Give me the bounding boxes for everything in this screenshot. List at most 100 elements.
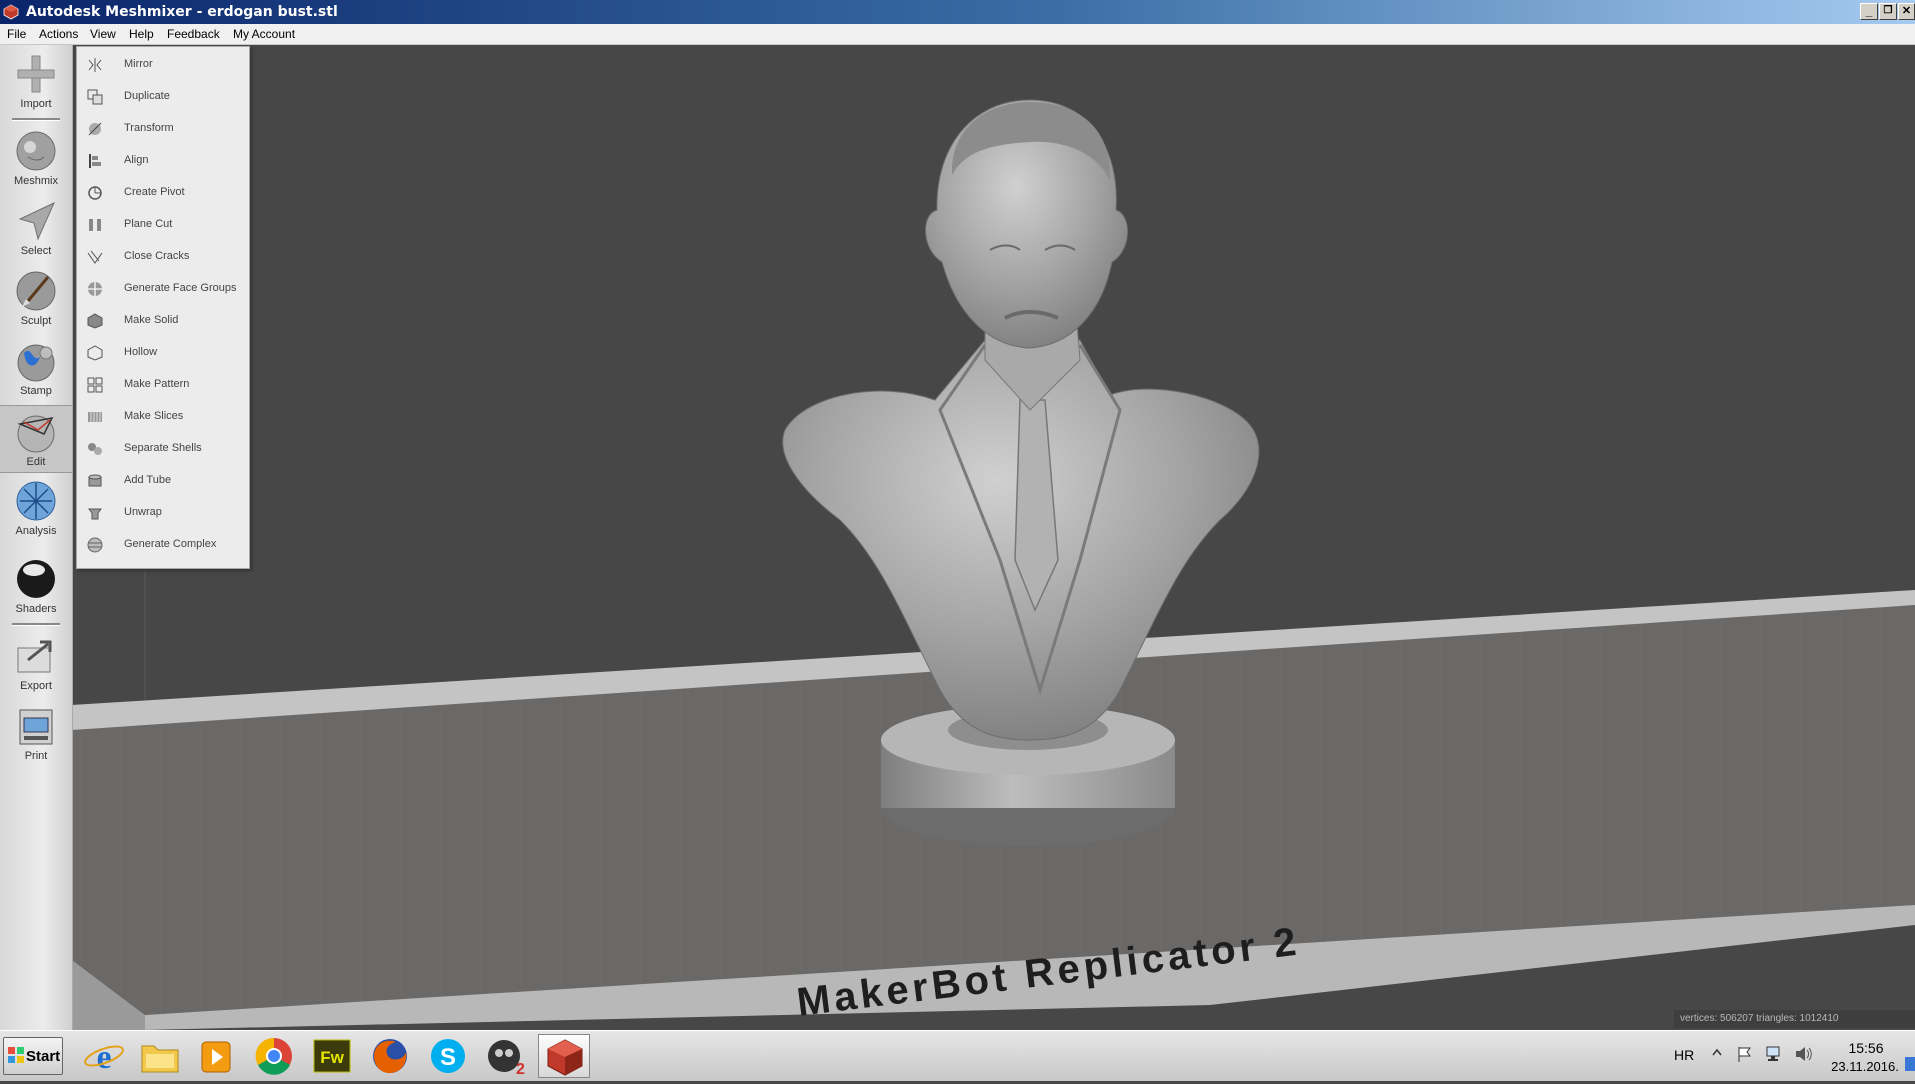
tool-stamp-label: Stamp	[20, 385, 52, 397]
menu-view[interactable]: View	[90, 27, 116, 41]
tool-sculpt-label: Sculpt	[20, 315, 52, 327]
edit-menu-align[interactable]: Align	[77, 147, 249, 175]
window-title: Autodesk Meshmixer - erdogan bust.stl	[26, 4, 338, 20]
hollow-icon	[87, 345, 103, 361]
tool-sculpt[interactable]: Sculpt	[0, 265, 72, 331]
edit-menu-mirror[interactable]: Mirror	[77, 51, 249, 79]
edit-menu: Mirror Duplicate Transform Align Create …	[76, 46, 250, 569]
minimize-button[interactable]: _	[1860, 3, 1878, 20]
brush-icon	[16, 271, 56, 311]
language-indicator[interactable]: HR	[1674, 1047, 1694, 1063]
tool-export-label: Export	[20, 680, 52, 692]
duplicate-icon	[87, 89, 103, 105]
edit-menu-close-cracks[interactable]: Close Cracks	[77, 243, 249, 271]
tool-import-label: Import	[20, 98, 52, 110]
clock-time[interactable]: 15:56	[1840, 1040, 1892, 1056]
edit-icon	[17, 415, 55, 453]
show-desktop-button[interactable]	[1905, 1057, 1915, 1071]
tool-print[interactable]: Print	[0, 700, 72, 766]
title-bar: Autodesk Meshmixer - erdogan bust.stl _ …	[0, 0, 1915, 24]
tool-export[interactable]: Export	[0, 630, 72, 696]
tool-shaders[interactable]: Shaders	[0, 553, 72, 619]
3d-viewport[interactable]: MakerBot Replicator 2	[72, 45, 1915, 1030]
face-groups-icon	[88, 282, 102, 296]
edit-menu-make-slices[interactable]: Make Slices	[77, 403, 249, 431]
edit-menu-duplicate[interactable]: Duplicate	[77, 83, 249, 111]
tool-select[interactable]: Select	[0, 195, 72, 261]
print-icon	[19, 709, 53, 745]
taskbar-firefox[interactable]	[364, 1034, 416, 1078]
pattern-icon	[87, 377, 103, 393]
menu-file[interactable]: File	[7, 27, 26, 41]
edit-menu-generate-face-groups[interactable]: Generate Face Groups	[77, 275, 249, 303]
skype-icon: S	[431, 1039, 465, 1073]
taskbar-chrome[interactable]	[248, 1034, 300, 1078]
start-button[interactable]: Start	[3, 1037, 63, 1075]
tool-analysis[interactable]: Analysis	[0, 475, 72, 541]
taskbar-meshmixer[interactable]	[538, 1034, 590, 1078]
fireworks-icon: Fw	[313, 1039, 351, 1073]
edit-menu-unwrap[interactable]: Unwrap	[77, 499, 249, 527]
close-button[interactable]: ✕	[1898, 3, 1915, 20]
mirror-icon	[88, 58, 102, 72]
fireworks-label: Fw	[320, 1048, 344, 1067]
edit-menu-separate-shells[interactable]: Separate Shells	[77, 435, 249, 463]
tool-meshmix-label: Meshmix	[13, 175, 58, 187]
edit-menu-hollow[interactable]: Hollow	[77, 339, 249, 367]
edit-menu-make-pattern[interactable]: Make Pattern	[77, 371, 249, 399]
chrome-icon	[255, 1037, 292, 1075]
left-toolbar: Import Meshmix Select Sculpt Stamp Edit …	[0, 45, 73, 1030]
edit-menu-plane-cut[interactable]: Plane Cut	[77, 211, 249, 239]
tool-import[interactable]: Import	[0, 48, 72, 114]
plus-icon	[17, 55, 55, 93]
meshmix-icon	[16, 131, 56, 171]
stamp-icon	[17, 344, 55, 382]
menu-help[interactable]: Help	[129, 27, 154, 41]
tool-stamp[interactable]: Stamp	[0, 335, 72, 401]
tool-print-label: Print	[24, 750, 48, 762]
menu-actions[interactable]: Actions	[39, 27, 78, 41]
edit-menu-add-tube[interactable]: Add Tube	[77, 467, 249, 495]
export-icon	[17, 640, 52, 673]
restore-button[interactable]: ❐	[1879, 3, 1897, 20]
tool-edit-label: Edit	[26, 456, 46, 468]
make-solid-icon	[87, 313, 103, 329]
tool-select-label: Select	[20, 245, 52, 257]
scene-canvas[interactable]: MakerBot Replicator 2	[72, 45, 1915, 1030]
edit-menu-create-pivot[interactable]: Create Pivot	[77, 179, 249, 207]
taskbar-skype[interactable]: S	[422, 1034, 474, 1078]
taskbar-internet-explorer[interactable]: e	[78, 1034, 130, 1078]
edit-menu-transform[interactable]: Transform	[77, 115, 249, 143]
taskbar-fireworks[interactable]: Fw	[306, 1034, 358, 1078]
taskbar-media-player[interactable]	[190, 1034, 242, 1078]
menu-my-account[interactable]: My Account	[233, 27, 295, 41]
edit-menu-generate-complex[interactable]: Generate Complex	[77, 531, 249, 559]
network-icon[interactable]	[1765, 1045, 1785, 1063]
add-tube-icon	[88, 474, 102, 487]
svg-text:S: S	[440, 1044, 456, 1071]
taskbar-app-2[interactable]: 2	[480, 1034, 532, 1078]
taskbar: Start e Fw S 2 HR 15:56 23.11.2016.	[0, 1030, 1915, 1081]
menu-feedback[interactable]: Feedback	[167, 27, 220, 41]
volume-icon[interactable]	[1794, 1045, 1814, 1063]
action-center-flag-icon[interactable]	[1736, 1045, 1754, 1063]
toolbar-divider	[12, 623, 60, 626]
unwrap-icon	[88, 508, 102, 520]
folder-icon	[141, 1045, 179, 1073]
tool-edit[interactable]: Edit	[0, 405, 72, 473]
select-arrow-icon	[18, 201, 56, 241]
app-2-icon: 2	[488, 1040, 525, 1078]
edit-menu-make-solid[interactable]: Make Solid	[77, 307, 249, 335]
chevron-up-icon[interactable]	[1712, 1047, 1722, 1059]
meshmixer-app-icon	[3, 4, 19, 20]
svg-text:2: 2	[516, 1061, 525, 1078]
close-cracks-icon	[87, 250, 103, 264]
align-icon	[89, 154, 101, 168]
shader-sphere-icon	[17, 560, 55, 598]
taskbar-explorer[interactable]	[134, 1034, 186, 1078]
menu-bar: File Actions View Help Feedback My Accou…	[0, 24, 1915, 45]
tool-meshmix[interactable]: Meshmix	[0, 125, 72, 191]
windows-logo-icon	[8, 1047, 24, 1063]
plane-cut-icon	[89, 219, 101, 231]
clock-date[interactable]: 23.11.2016.	[1822, 1059, 1908, 1074]
